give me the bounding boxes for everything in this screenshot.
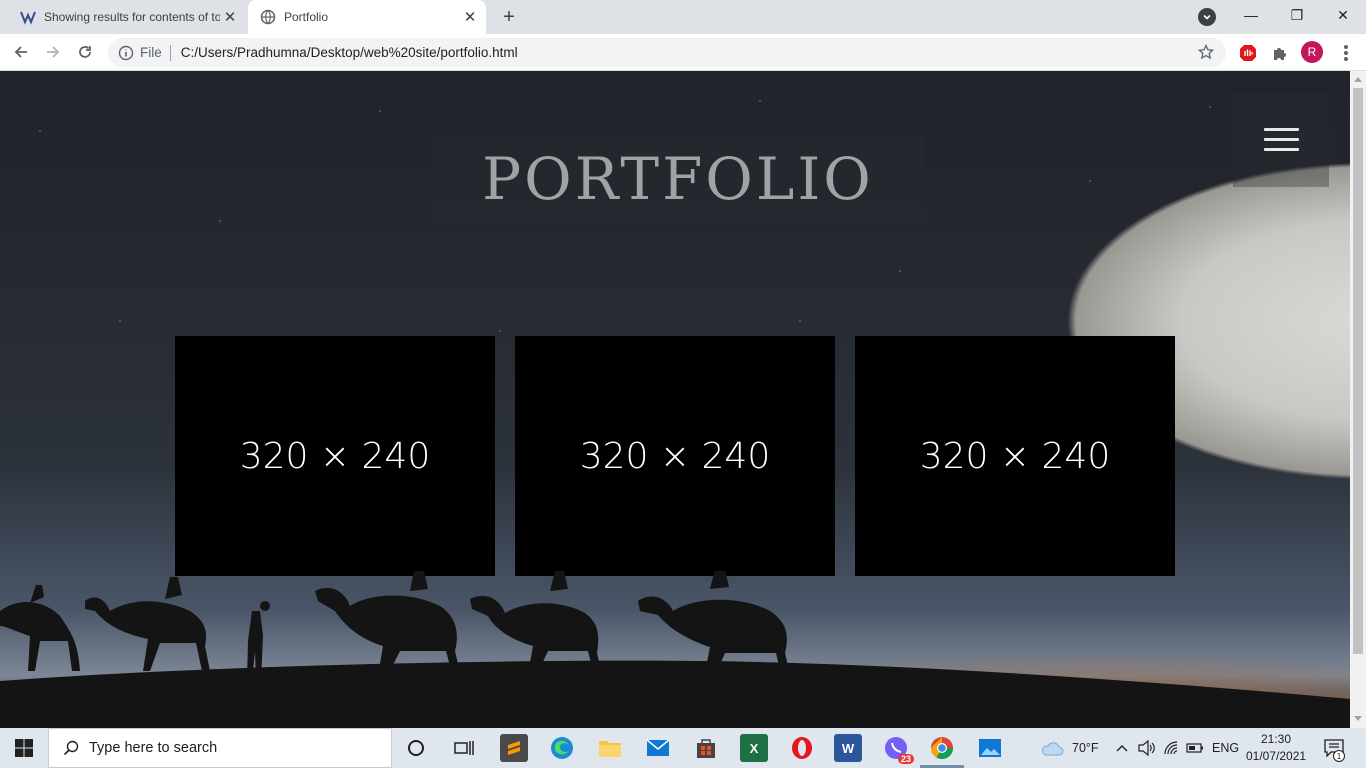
photos-icon[interactable] [976,734,1004,762]
arrow-right-icon [47,46,60,58]
back-button[interactable] [8,39,34,65]
url-text[interactable]: C:/Users/Pradhumna/Desktop/web%20site/po… [181,45,518,60]
battery-icon[interactable] [1186,728,1204,768]
chrome-icon[interactable] [928,734,956,762]
excel-icon[interactable]: X [740,734,768,762]
browser-toolbar: File C:/Users/Pradhumna/Desktop/web%20si… [0,34,1366,71]
close-tab-icon[interactable]: ✕ [460,7,480,27]
sublime-text-icon[interactable] [500,734,528,762]
hamburger-line [1263,127,1299,131]
cloud-icon [1041,742,1064,756]
reload-icon [79,46,91,58]
chevron-down-icon [1203,14,1211,20]
volume-icon[interactable] [1138,728,1156,768]
tab-search-button[interactable] [1198,8,1216,26]
page-title-container: PORTFOLIO [432,137,924,221]
adblock-extension-icon[interactable] [1238,43,1258,63]
windows-taskbar: Type here to search X W 23 70°F ENG 21:3… [0,728,1366,768]
placeholder-label: 320 × 240 [579,435,771,477]
page-scrollbar[interactable] [1350,71,1366,728]
browser-menu-button[interactable] [1338,43,1354,63]
info-icon[interactable] [118,45,134,61]
hamburger-line [1263,147,1299,151]
extensions-puzzle-icon[interactable] [1270,43,1290,63]
task-view-icon[interactable] [450,734,478,762]
scroll-up-arrow-icon[interactable] [1354,77,1362,82]
notification-count-badge: 1 [1333,750,1345,762]
opera-browser-icon[interactable] [788,734,816,762]
clock-time: 21:30 [1260,732,1292,746]
weather-widget[interactable]: 70°F [1040,728,1099,768]
show-hidden-icons-button[interactable] [1116,728,1128,768]
weather-temperature: 70°F [1072,741,1099,755]
file-explorer-icon[interactable] [596,734,624,762]
search-placeholder: Type here to search [89,740,218,756]
new-tab-button[interactable]: + [498,6,520,28]
divider [169,44,171,61]
word-icon[interactable]: W [834,734,862,762]
taskbar-search-box[interactable]: Type here to search [48,728,392,768]
bookmark-star-icon[interactable] [1198,44,1214,60]
windows-logo-icon [15,739,33,757]
scheme-label: File [140,45,162,60]
cortana-icon[interactable] [402,734,430,762]
forward-button[interactable] [40,39,66,65]
input-language[interactable]: ENG [1212,728,1239,768]
address-bar[interactable]: File C:/Users/Pradhumna/Desktop/web%20si… [108,38,1226,67]
microsoft-store-icon[interactable] [692,734,720,762]
tab-title: Showing results for contents of to [44,10,220,24]
scrollbar-thumb[interactable] [1353,88,1363,654]
viber-icon[interactable]: 23 [882,734,914,764]
edge-browser-icon[interactable] [548,734,576,762]
hamburger-menu-button[interactable] [1233,91,1329,187]
system-clock[interactable]: 21:30 01/07/2021 [1246,731,1306,765]
start-button[interactable] [0,728,48,768]
notification-badge: 23 [897,754,914,764]
camel-caravan-silhouette [0,571,1350,728]
notifications-button[interactable]: 1 [1324,728,1345,768]
search-icon [63,740,79,756]
close-tab-icon[interactable]: ✕ [220,7,240,27]
clock-date: 01/07/2021 [1246,749,1307,763]
tab-search-results[interactable]: Showing results for contents of to ✕ [8,0,246,34]
portfolio-card[interactable]: 320 × 240 [175,336,495,576]
site-favicon-icon [20,9,36,25]
close-window-button[interactable]: ✕ [1320,0,1366,30]
page-viewport: PORTFOLIO 320 × 240 320 × 240 320 × 240 [0,71,1350,728]
mail-icon[interactable] [644,734,672,762]
portfolio-card[interactable]: 320 × 240 [515,336,835,576]
hamburger-line [1263,137,1299,141]
wifi-icon[interactable] [1163,728,1181,768]
minimize-button[interactable]: — [1228,0,1274,30]
placeholder-label: 320 × 240 [919,435,1111,477]
portfolio-card[interactable]: 320 × 240 [855,336,1175,576]
chevron-up-icon [1116,745,1128,752]
page-title: PORTFOLIO [482,145,874,213]
scroll-down-arrow-icon[interactable] [1354,716,1362,721]
tab-portfolio[interactable]: Portfolio ✕ [248,0,486,34]
restore-button[interactable]: ❐ [1274,0,1320,30]
placeholder-label: 320 × 240 [239,435,431,477]
globe-icon [260,9,276,25]
reload-button[interactable] [72,39,98,65]
profile-avatar[interactable]: R [1301,41,1323,63]
arrow-left-icon [14,46,27,58]
tab-title: Portfolio [284,10,329,24]
tab-strip: Showing results for contents of to ✕ Por… [0,0,1366,34]
